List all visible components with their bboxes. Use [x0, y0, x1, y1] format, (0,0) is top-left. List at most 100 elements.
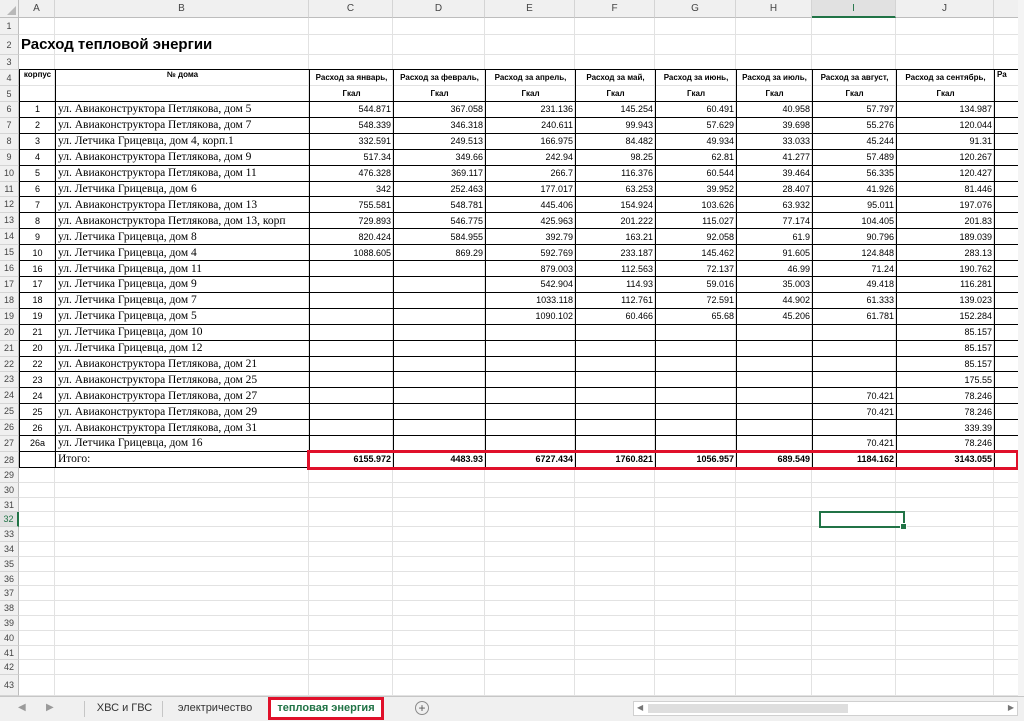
value-cell	[393, 275, 486, 293]
scroll-right-icon[interactable]: ▶	[1008, 703, 1014, 712]
value-cell: 49.934	[655, 132, 737, 150]
tab-electricity[interactable]: электричество	[165, 697, 265, 721]
row-header-1[interactable]: 1	[0, 18, 19, 35]
header-month-5: Расход за июль,	[736, 69, 813, 86]
total-value-cell: 1184.162	[812, 450, 897, 468]
row-header-5[interactable]: 5	[0, 86, 19, 102]
value-cell: 369.117	[393, 164, 486, 182]
scroll-thumb[interactable]	[648, 704, 848, 713]
korpus-cell: 21	[19, 323, 56, 341]
value-cell: 879.003	[485, 260, 576, 277]
row-header-23[interactable]: 23	[0, 372, 19, 389]
address-cell: ул. Летчика Грицевца, дом 10	[55, 323, 310, 341]
row-header-40[interactable]: 40	[0, 630, 19, 646]
row-header-8[interactable]: 8	[0, 133, 19, 150]
column-header-e[interactable]: E	[485, 0, 575, 18]
scroll-left-icon[interactable]: ◀	[637, 703, 643, 712]
address-cell: ул. Летчика Грицевца, дом 8	[55, 228, 310, 246]
table-row: 8 ул. Авиаконструктора Петлякова, дом 13,…	[19, 212, 1024, 230]
table-row: 9 ул. Летчика Грицевца, дом 8 820.424 584.9…	[19, 228, 1024, 246]
row-header-14[interactable]: 14	[0, 229, 19, 246]
row-header-38[interactable]: 38	[0, 601, 19, 616]
selected-cell[interactable]	[819, 511, 907, 530]
table-row: 2 ул. Авиаконструктора Петлякова, дом 7 54…	[19, 116, 1024, 134]
value-cell	[309, 323, 394, 341]
row-header-4[interactable]: 4	[0, 70, 19, 86]
total-label: Итого:	[55, 450, 310, 468]
row-header-30[interactable]: 30	[0, 482, 19, 498]
row-header-43[interactable]: 43	[0, 675, 19, 696]
row-header-27[interactable]: 27	[0, 436, 19, 452]
column-header-g[interactable]: G	[655, 0, 736, 18]
row-header-11[interactable]: 11	[0, 181, 19, 198]
column-header-d[interactable]: D	[393, 0, 485, 18]
row-header-17[interactable]: 17	[0, 277, 19, 293]
value-cell: 729.893	[309, 212, 394, 230]
value-cell: 57.797	[812, 101, 897, 118]
tab-heat-energy[interactable]: тепловая энергия	[268, 697, 384, 720]
row-header-42[interactable]: 42	[0, 660, 19, 676]
value-cell	[575, 419, 656, 437]
tab-next-icon[interactable]: ▶	[46, 702, 54, 713]
row-header-18[interactable]: 18	[0, 292, 19, 309]
row-header-37[interactable]: 37	[0, 586, 19, 602]
column-header-a[interactable]: A	[19, 0, 55, 18]
row-header-12[interactable]: 12	[0, 197, 19, 214]
row-header-20[interactable]: 20	[0, 324, 19, 341]
row-header-35[interactable]: 35	[0, 556, 19, 572]
header-unit-1: Гкал	[393, 85, 486, 102]
row-header-32[interactable]: 32	[0, 512, 19, 528]
column-header-j[interactable]: J	[896, 0, 994, 18]
row-header-6[interactable]: 6	[0, 102, 19, 118]
row-header-31[interactable]: 31	[0, 497, 19, 513]
row-header-2[interactable]: 2	[0, 35, 19, 55]
select-all-corner[interactable]	[0, 0, 19, 18]
row-header-34[interactable]: 34	[0, 542, 19, 557]
value-cell: 40.958	[736, 101, 813, 118]
add-sheet-icon[interactable]: +	[415, 701, 429, 715]
header-unit-2: Гкал	[485, 85, 576, 102]
tab-hvs-gvs[interactable]: ХВС и ГВС	[87, 697, 162, 721]
value-cell: 35.003	[736, 275, 813, 293]
row-header-41[interactable]: 41	[0, 645, 19, 661]
value-cell	[575, 371, 656, 389]
horizontal-scrollbar[interactable]: ◀ ▶	[633, 701, 1018, 716]
row-header-22[interactable]: 22	[0, 356, 19, 373]
row-header-19[interactable]: 19	[0, 308, 19, 325]
row-header-9[interactable]: 9	[0, 149, 19, 166]
column-header-h[interactable]: H	[736, 0, 812, 18]
row-header-33[interactable]: 33	[0, 527, 19, 542]
total-value-cell: 4483.93	[393, 450, 486, 468]
row-header-21[interactable]: 21	[0, 340, 19, 357]
value-cell	[655, 403, 737, 421]
row-header-26[interactable]: 26	[0, 420, 19, 437]
value-cell: 63.932	[736, 196, 813, 214]
value-cell: 104.405	[812, 212, 897, 230]
row-header-15[interactable]: 15	[0, 245, 19, 262]
row-header-28[interactable]: 28	[0, 452, 19, 468]
value-cell	[393, 371, 486, 389]
row-header-24[interactable]: 24	[0, 388, 19, 405]
tab-prev-icon[interactable]: ◀	[18, 702, 26, 713]
row-header-7[interactable]: 7	[0, 117, 19, 134]
row-header-36[interactable]: 36	[0, 571, 19, 587]
total-korpus-cell	[19, 450, 56, 468]
row-header-25[interactable]: 25	[0, 404, 19, 421]
row-header-39[interactable]: 39	[0, 616, 19, 631]
row-header-16[interactable]: 16	[0, 261, 19, 277]
row-header-10[interactable]: 10	[0, 165, 19, 182]
row-header-3[interactable]: 3	[0, 55, 19, 70]
row-header-29[interactable]: 29	[0, 468, 19, 483]
value-cell	[309, 291, 394, 309]
column-header-c[interactable]: C	[309, 0, 393, 18]
row-header-13[interactable]: 13	[0, 213, 19, 230]
vertical-scrollbar[interactable]	[1018, 0, 1024, 696]
address-cell: ул. Летчика Грицевца, дом 11	[55, 260, 310, 277]
sheet-title: Расход тепловой энергии	[21, 36, 213, 53]
value-cell: 115.027	[655, 212, 737, 230]
spreadsheet-grid[interactable]: ABCDEFGHIJ 1 2 3 4 5 6 7 8 9 10 11 12 13 14 15 16 17 18 19…	[0, 0, 1024, 696]
column-header-b[interactable]: B	[55, 0, 309, 18]
column-header-f[interactable]: F	[575, 0, 655, 18]
column-header-i[interactable]: I	[812, 0, 896, 18]
value-cell: 242.94	[485, 148, 576, 166]
